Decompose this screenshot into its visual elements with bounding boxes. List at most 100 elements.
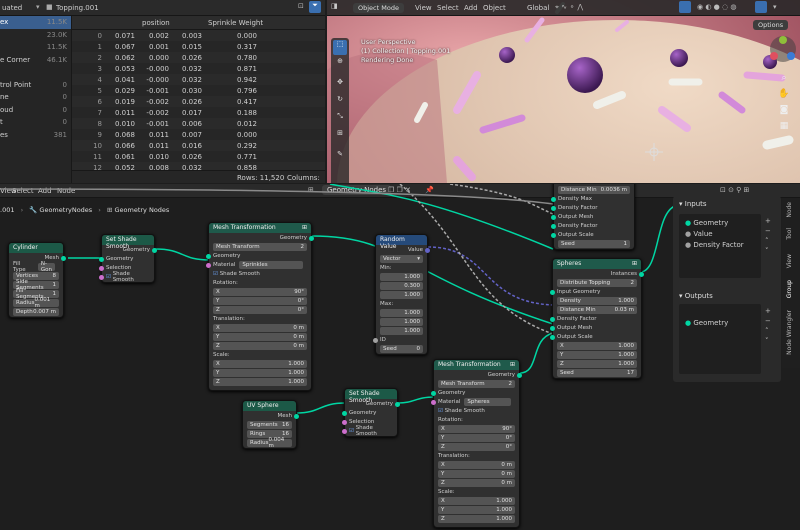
node-header[interactable]: Spheres ⊞ — [553, 259, 641, 269]
checkbox-icon[interactable]: ☑ — [213, 271, 218, 277]
node-mesh-transformation[interactable]: Mesh Transformation ⊞ Geometry Mesh Trans… — [206, 222, 314, 391]
input-socket[interactable] — [342, 410, 347, 416]
outputs-list[interactable]: ● Geometry — [679, 304, 761, 374]
node-uv-sphere[interactable]: UV Sphere Mesh Segments 16 Rings 16 Radius 0.… — [242, 400, 299, 449]
cylinder-param-field[interactable]: Radius 0.001 m — [13, 297, 59, 309]
zoom-icon[interactable]: ⌕ — [776, 70, 792, 86]
scale-field[interactable]: Y 1.000 — [557, 351, 637, 359]
node-mesh-transformation-2[interactable]: Mesh Transformation ⊞ Geometry Mesh Trans… — [431, 359, 522, 528]
min-field[interactable]: 0.300 — [380, 282, 423, 290]
input-socket[interactable] — [99, 256, 104, 262]
node-header[interactable]: Set Shade Smooth — [345, 389, 397, 404]
node-header[interactable]: Set Shade Smooth — [102, 235, 154, 250]
node-header[interactable]: Random Value — [376, 235, 427, 250]
camera-icon[interactable]: ◙ — [776, 102, 792, 118]
sidebar-tab[interactable]: View — [786, 254, 793, 268]
sidebar-tab[interactable]: Tool — [786, 228, 793, 240]
grid-icon[interactable]: ▦ — [776, 118, 792, 134]
scale-field[interactable]: X 1.000 — [438, 497, 515, 505]
fill-type-dropdown[interactable]: N-Gon — [37, 261, 55, 273]
column-header-position[interactable]: position — [142, 19, 170, 27]
seed-field[interactable]: Seed 1 — [558, 240, 630, 248]
interface-input-item[interactable]: ● Value — [685, 229, 761, 240]
selection-filter-icon[interactable]: ⊡ — [298, 2, 304, 10]
overlay-icon[interactable]: ◉ ◐ ● ◌ ◍ — [697, 3, 736, 11]
node-set-shade-smooth[interactable]: Set Shade Smooth Geometry Geometry Selec… — [99, 234, 157, 283]
node-header[interactable]: UV Sphere — [243, 401, 296, 411]
output-socket[interactable] — [425, 247, 430, 253]
output-socket[interactable] — [152, 247, 157, 253]
cursor-icon[interactable]: ⊕ — [333, 57, 347, 72]
rotation-field[interactable]: Y 0° — [438, 434, 515, 442]
max-field[interactable]: 1.000 — [380, 327, 423, 335]
editor-type-icon[interactable]: ◨ — [331, 2, 338, 10]
input-socket[interactable] — [206, 262, 211, 268]
rotation-field[interactable]: Y 0° — [213, 297, 307, 305]
transform-orientation-dropdown[interactable]: Global — [527, 4, 549, 12]
group-selector[interactable]: Mesh Transform 2 — [438, 380, 515, 388]
distribute-field[interactable]: Distance Min 0.0036 m — [558, 186, 630, 194]
sidebar-tab[interactable]: Node Wrangler — [786, 310, 793, 355]
menu-add[interactable]: Add — [464, 4, 478, 12]
transform-icon[interactable]: ⊞ — [333, 129, 347, 144]
sidebar-tab[interactable]: Group — [786, 280, 793, 298]
move-up-icon[interactable]: ˄ — [765, 326, 771, 336]
min-field[interactable]: 1.000 — [380, 291, 423, 299]
input-socket[interactable] — [373, 337, 378, 343]
output-socket[interactable] — [294, 413, 299, 419]
node-distribute-topping-top[interactable]: DensityDistance Min0.0036 mDensity MaxDe… — [551, 184, 635, 250]
node-header[interactable]: Mesh Transformation ⊞ — [434, 360, 519, 370]
sidebar-tab[interactable]: Node — [786, 202, 793, 218]
move-icon[interactable]: ✥ — [333, 78, 347, 93]
rotation-field[interactable]: X 90° — [438, 425, 515, 433]
output-socket[interactable] — [517, 372, 522, 378]
translation-field[interactable]: Z 0 m — [213, 342, 307, 350]
group-selector[interactable]: Mesh Transform 2 — [213, 243, 307, 251]
input-socket[interactable] — [551, 205, 556, 211]
add-icon[interactable]: + — [765, 306, 771, 316]
input-socket[interactable] — [550, 334, 555, 340]
output-socket[interactable] — [309, 235, 314, 241]
rotation-field[interactable]: Z 0° — [438, 443, 515, 451]
material-field[interactable]: Spheres — [464, 398, 511, 406]
node-header[interactable]: Mesh Transformation ⊞ — [209, 223, 311, 233]
filter-icon[interactable]: ⏷ — [309, 1, 321, 13]
evaluated-dropdown[interactable]: uated — [2, 4, 22, 12]
node-cylinder[interactable]: Cylinder Mesh Fill Type N-Gon Vertices 8 Si… — [8, 242, 66, 318]
object-mode-dropdown[interactable]: Object Mode — [353, 3, 404, 13]
menu-select[interactable]: Select — [437, 4, 459, 12]
select-box-icon[interactable]: ⬚ — [333, 40, 347, 55]
input-socket[interactable] — [551, 214, 556, 220]
uv-sphere-field[interactable]: Segments 16 — [247, 421, 292, 429]
input-socket[interactable] — [551, 223, 556, 229]
cylinder-param-field[interactable]: Depth 0.007 m — [13, 308, 59, 316]
remove-icon[interactable]: − — [765, 226, 771, 236]
seed-field[interactable]: Seed 17 — [557, 369, 637, 377]
translation-field[interactable]: Z 0 m — [438, 479, 515, 487]
input-socket[interactable] — [99, 274, 104, 280]
menu-view[interactable]: View — [415, 4, 432, 12]
translation-field[interactable]: X 0 m — [213, 324, 307, 332]
checkbox-icon[interactable]: ☑ — [349, 428, 354, 434]
max-field[interactable]: 1.000 — [380, 318, 423, 326]
checkbox-icon[interactable]: ☑ — [438, 408, 443, 414]
interface-input-item[interactable]: ● Density Factor — [685, 240, 761, 251]
inputs-section-header[interactable]: ▾ Inputs — [673, 196, 781, 212]
scale-field[interactable]: Z 1.000 — [438, 515, 515, 523]
input-socket[interactable] — [550, 316, 555, 322]
rotate-icon[interactable]: ↻ — [333, 95, 347, 110]
menu-object[interactable]: Object — [483, 4, 506, 12]
seed-field[interactable]: Seed 0 — [380, 345, 423, 353]
3d-viewport[interactable]: ◨ Object Mode View Select Add Object Glo… — [327, 0, 800, 183]
output-socket[interactable] — [639, 271, 644, 277]
annotate-icon[interactable]: ✎ — [333, 150, 347, 165]
pan-hand-icon[interactable]: ✋ — [776, 86, 792, 102]
gizmo-toggle-icon[interactable] — [679, 1, 691, 13]
input-socket[interactable] — [550, 289, 555, 295]
scale-field[interactable]: Y 1.000 — [213, 369, 307, 377]
object-breadcrumb[interactable]: Topping.001 — [56, 4, 99, 12]
gizmo-x-axis[interactable] — [770, 52, 778, 60]
node-header[interactable]: Cylinder — [9, 243, 63, 253]
scale-field[interactable]: X 1.000 — [557, 342, 637, 350]
checkbox-icon[interactable]: ☑ — [106, 274, 111, 280]
